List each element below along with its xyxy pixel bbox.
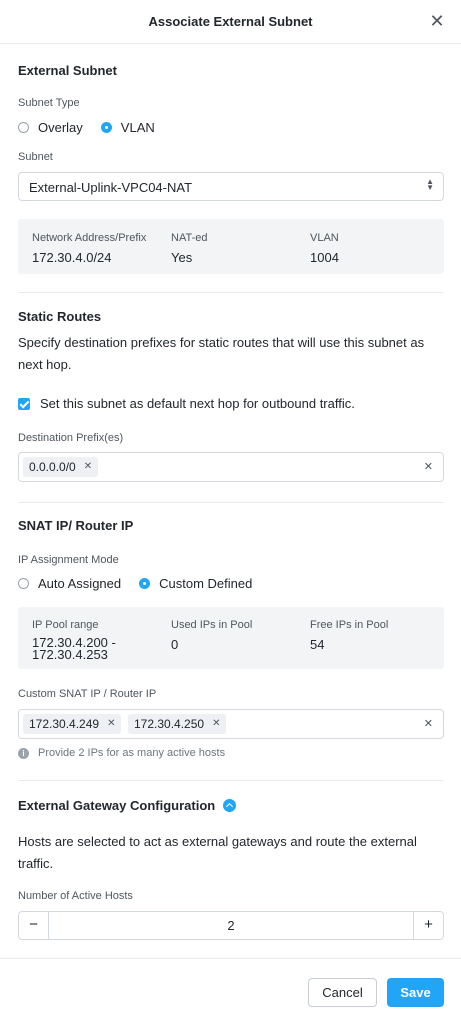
default-hop-label[interactable]: Set this subnet as default next hop for …	[40, 396, 355, 412]
ip-pool-range-col: IP Pool range 172.30.4.200 - 172.30.4.25…	[32, 619, 152, 661]
subnet-info-box: Network Address/Prefix 172.30.4.0/24 NAT…	[18, 219, 444, 274]
remove-tag-icon[interactable]: ✕	[212, 714, 220, 734]
nated-value: Yes	[171, 250, 193, 265]
custom-snat-label: Custom SNAT IP / Router IP	[18, 688, 157, 700]
vlan-value: 1004	[310, 250, 339, 265]
subnet-select-value: External-Uplink-VPC04-NAT	[29, 180, 193, 195]
network-address-label: Network Address/Prefix	[32, 232, 147, 244]
radio-overlay-label[interactable]: Overlay	[38, 120, 83, 135]
custom-snat-input[interactable]: 172.30.4.249 ✕ 172.30.4.250 ✕ ✕	[18, 709, 444, 739]
network-address-col: Network Address/Prefix 172.30.4.0/24	[32, 232, 146, 265]
select-arrows-icon: ▲ ▼	[426, 177, 434, 192]
snat-ip-tag-label: 172.30.4.249	[29, 717, 100, 731]
decrement-button[interactable]: −	[19, 912, 49, 939]
dialog-title: Associate External Subnet	[148, 14, 313, 29]
active-hosts-value[interactable]: 2	[49, 918, 413, 933]
gateway-section-header[interactable]: External Gateway Configuration	[18, 798, 237, 813]
active-hosts-stepper: − 2 +	[18, 911, 444, 940]
static-routes-description: Specify destination prefixes for static …	[18, 335, 425, 372]
divider	[18, 292, 444, 293]
nated-label: NAT-ed	[171, 232, 208, 244]
clear-prefixes-icon[interactable]: ✕	[424, 460, 433, 473]
radio-auto-assigned[interactable]	[18, 578, 29, 589]
gateway-description: Hosts are selected to act as external ga…	[18, 834, 417, 871]
snat-ip-tag: 172.30.4.250 ✕	[128, 714, 227, 734]
snat-hint-text: Provide 2 IPs for as many active hosts	[38, 747, 226, 759]
default-hop-checkbox[interactable]	[18, 398, 30, 410]
vlan-col: VLAN 1004	[310, 232, 339, 265]
used-ips-value: 0	[171, 637, 179, 652]
subnet-label: Subnet	[18, 151, 53, 163]
collapse-chevron-icon[interactable]	[223, 799, 237, 812]
destination-prefix-label: Destination Prefix(es)	[18, 432, 124, 444]
snat-title: SNAT IP/ Router IP	[18, 518, 134, 533]
radio-auto-assigned-label[interactable]: Auto Assigned	[38, 576, 121, 591]
ip-assignment-radio-group: Auto Assigned Custom Defined	[18, 576, 270, 591]
default-hop-row: Set this subnet as default next hop for …	[18, 396, 355, 412]
radio-overlay[interactable]	[18, 122, 29, 133]
free-ips-value: 54	[310, 637, 325, 652]
divider	[18, 502, 444, 503]
vlan-label: VLAN	[310, 232, 339, 244]
used-ips-label: Used IPs in Pool	[171, 619, 253, 631]
radio-custom-defined-label[interactable]: Custom Defined	[159, 576, 252, 591]
snat-hint: i Provide 2 IPs for as many active hosts	[18, 747, 225, 759]
subnet-select[interactable]: External-Uplink-VPC04-NAT ▲ ▼	[18, 172, 444, 201]
static-routes-title: Static Routes	[18, 309, 102, 324]
remove-tag-icon[interactable]: ✕	[107, 714, 115, 734]
active-hosts-label: Number of Active Hosts	[18, 890, 133, 902]
radio-custom-defined[interactable]	[139, 578, 151, 589]
close-icon[interactable]: ✕	[427, 11, 447, 31]
free-ips-label: Free IPs in Pool	[310, 619, 389, 631]
subnet-type-radio-group: Overlay VLAN	[18, 120, 173, 135]
external-subnet-title: External Subnet	[18, 63, 117, 78]
info-icon: i	[18, 747, 29, 759]
gateway-title: External Gateway Configuration	[18, 798, 216, 813]
dialog-footer: Cancel Save	[0, 958, 461, 1024]
remove-tag-icon[interactable]: ✕	[84, 457, 92, 477]
destination-prefix-input[interactable]: 0.0.0.0/0 ✕ ✕	[18, 452, 444, 482]
network-address-value: 172.30.4.0/24	[32, 250, 112, 265]
prefix-tag-label: 0.0.0.0/0	[29, 460, 76, 474]
clear-snat-ips-icon[interactable]: ✕	[424, 717, 433, 730]
dialog-header: Associate External Subnet ✕	[0, 0, 461, 44]
nated-col: NAT-ed Yes	[171, 232, 207, 265]
snat-ip-tag: 172.30.4.249 ✕	[23, 714, 122, 734]
divider	[18, 780, 444, 781]
used-ips-col: Used IPs in Pool 0	[171, 619, 252, 652]
radio-vlan-label[interactable]: VLAN	[121, 120, 155, 135]
subnet-type-label: Subnet Type	[18, 97, 80, 109]
prefix-tag: 0.0.0.0/0 ✕	[23, 457, 99, 477]
radio-vlan[interactable]	[100, 122, 112, 133]
ip-pool-range-value: 172.30.4.200 - 172.30.4.253	[32, 635, 116, 662]
ip-assignment-mode-label: IP Assignment Mode	[18, 554, 119, 566]
cancel-button[interactable]: Cancel	[308, 978, 377, 1007]
ip-pool-info-box: IP Pool range 172.30.4.200 - 172.30.4.25…	[18, 607, 444, 669]
increment-button[interactable]: +	[413, 912, 443, 939]
snat-ip-tag-label: 172.30.4.250	[134, 717, 205, 731]
ip-pool-range-label: IP Pool range	[32, 619, 99, 631]
save-button[interactable]: Save	[387, 978, 444, 1007]
free-ips-col: Free IPs in Pool 54	[310, 619, 388, 652]
